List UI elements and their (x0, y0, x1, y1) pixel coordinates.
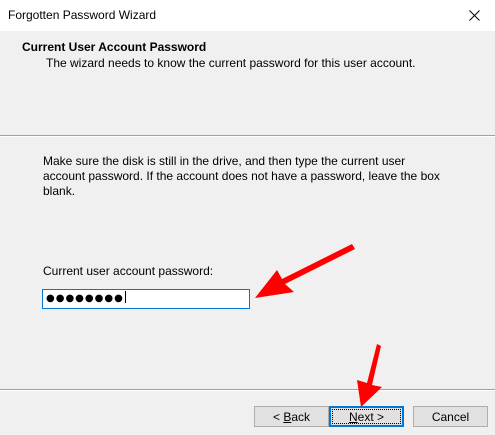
window-title: Forgotten Password Wizard (8, 8, 157, 22)
title-bar: Forgotten Password Wizard (0, 0, 495, 31)
header-subtitle: The wizard needs to know the current pas… (46, 56, 416, 70)
close-icon (468, 10, 480, 21)
password-field[interactable]: ●●●●●●●● (42, 289, 250, 309)
focus-rectangle (332, 409, 401, 424)
footer-divider (0, 389, 495, 391)
header-divider (0, 135, 495, 137)
text-caret (124, 291, 126, 303)
red-arrow-icon (357, 344, 382, 407)
password-label: Current user account password: (43, 264, 214, 278)
back-button-label: ack (291, 409, 311, 424)
cancel-button-label: Cancel (431, 409, 470, 424)
next-button[interactable]: Next > (329, 406, 404, 427)
wizard-header: Current User Account Password The wizard… (0, 31, 495, 135)
header-title: Current User Account Password (22, 40, 207, 54)
close-button[interactable] (453, 0, 495, 31)
back-button-mnemonic: B (283, 409, 292, 424)
back-button[interactable]: < Back (254, 406, 329, 427)
red-arrow-icon (255, 244, 355, 298)
back-button-prefix: < (272, 409, 284, 424)
cancel-button[interactable]: Cancel (413, 406, 488, 427)
instructions-text: Make sure the disk is still in the drive… (43, 154, 440, 198)
password-masked-value: ●●●●●●●● (46, 293, 124, 304)
